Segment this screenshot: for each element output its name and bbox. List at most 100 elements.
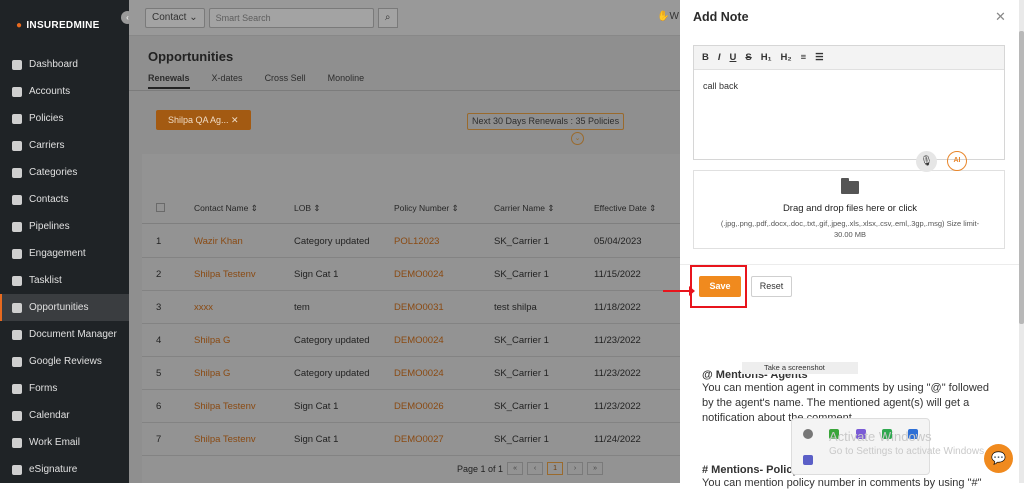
sidebar-item-work-email[interactable]: Work Email — [0, 429, 129, 456]
select-all-checkbox[interactable] — [156, 203, 165, 212]
sidebar-item-policies[interactable]: Policies — [0, 105, 129, 132]
policy-number-link[interactable]: DEMO0026 — [394, 401, 494, 412]
contact-name-link[interactable]: Shilpa Testenv — [194, 434, 294, 445]
sidebar-item-pipelines[interactable]: Pipelines — [0, 213, 129, 240]
scrollbar-thumb[interactable] — [1019, 31, 1024, 324]
contact-name-link[interactable]: Shilpa Testenv — [194, 401, 294, 412]
note-editor[interactable]: B I U S H₁ H₂ ≡ ☰ call back — [693, 45, 1005, 160]
header-policy-number[interactable]: Policy Number ⇕ — [394, 203, 494, 214]
contact-name-link[interactable]: Wazir Khan — [194, 236, 294, 247]
dropzone-title: Drag and drop files here or click — [782, 203, 918, 214]
italic-button[interactable]: I — [718, 52, 721, 63]
heading2-button[interactable]: H₂ — [781, 52, 792, 63]
sidebar-item-label: Calendar — [29, 410, 70, 421]
sidebar-item-contacts[interactable]: Contacts — [0, 186, 129, 213]
table-header: Contact Name ⇕ LOB ⇕ Policy Number ⇕ Car… — [142, 194, 680, 224]
row-number: 3 — [156, 301, 162, 313]
heading1-button[interactable]: H₁ — [761, 52, 772, 63]
teams-icon[interactable] — [803, 455, 813, 465]
note-text[interactable]: call back — [703, 81, 738, 91]
table-row[interactable]: 3 xxxx tem DEMO0031 test shilpa 11/18/2022 — [142, 291, 680, 324]
lob-cell: tem — [294, 301, 310, 313]
carrier-cell: SK_Carrier 1 — [494, 235, 549, 247]
policy-number-link[interactable]: DEMO0027 — [394, 434, 494, 445]
save-button[interactable]: Save — [699, 276, 741, 297]
contact-name-link[interactable]: Shilpa G — [194, 368, 294, 379]
tab-cross-sell[interactable]: Cross Sell — [265, 73, 306, 89]
header-contact-name[interactable]: Contact Name ⇕ — [194, 203, 294, 214]
table-row[interactable]: 4 Shilpa G Category updated DEMO0024 SK_Carr… — [142, 324, 680, 357]
policy-number-link[interactable]: DEMO0024 — [394, 335, 494, 346]
renewals-badge[interactable]: Next 30 Days Renewals : 35 Policies — [467, 113, 625, 130]
page-button-current[interactable]: 1 — [547, 462, 564, 475]
cloud-icon[interactable] — [803, 429, 813, 439]
sidebar-item-label: Policies — [29, 113, 64, 124]
policy-number-link[interactable]: POL12023 — [394, 236, 494, 247]
sidebar-item-google-reviews[interactable]: Google Reviews — [0, 348, 129, 375]
close-icon[interactable]: ✕ — [995, 9, 1006, 25]
bullet-list-button[interactable]: ☰ — [815, 52, 824, 63]
contact-name-link[interactable]: xxxx — [194, 302, 294, 313]
chat-icon[interactable]: 💬 — [984, 444, 1013, 473]
user-menu[interactable]: ✋W — [657, 11, 679, 22]
sidebar-item-label: Dashboard — [29, 59, 78, 70]
sidebar-item-carriers[interactable]: Carriers — [0, 132, 129, 159]
ai-assist-icon[interactable]: AI — [947, 151, 967, 171]
opportunities-icon — [12, 302, 22, 313]
first-page-button[interactable]: « — [507, 462, 524, 475]
strikethrough-button[interactable]: S — [745, 52, 751, 63]
sidebar-item-calendar[interactable]: Calendar — [0, 402, 129, 429]
sidebar-item-dashboard[interactable]: Dashboard — [0, 51, 129, 78]
sidebar-item-tasklist[interactable]: Tasklist — [0, 267, 129, 294]
search-icon[interactable]: ⌕ — [377, 7, 398, 28]
user-initial: W — [669, 11, 679, 22]
sidebar-item-categories[interactable]: Categories — [0, 159, 129, 186]
tab-renewals[interactable]: Renewals — [148, 73, 190, 89]
table-row[interactable]: 6 Shilpa Testenv Sign Cat 1 DEMO0026 SK_Carr… — [142, 390, 680, 423]
sidebar-item-opportunities[interactable]: Opportunities — [0, 294, 129, 321]
effective-date-cell: 11/24/2022 — [594, 433, 641, 445]
hand-icon: ✋ — [657, 11, 670, 22]
tab-monoline[interactable]: Monoline — [328, 73, 365, 89]
contact-name-link[interactable]: Shilpa Testenv — [194, 269, 294, 280]
contact-name-link[interactable]: Shilpa G — [194, 335, 294, 346]
sidebar-item-esignature[interactable]: eSignature — [0, 456, 129, 483]
underline-button[interactable]: U — [730, 52, 737, 63]
sidebar-item-engagement[interactable]: Engagement — [0, 240, 129, 267]
sidebar-item-label: Accounts — [29, 86, 71, 97]
file-dropzone[interactable]: Drag and drop files here or click (.jpg,… — [693, 170, 1005, 249]
contact-select[interactable]: Contact ⌄ — [145, 7, 205, 28]
table-row[interactable]: 7 Shilpa Testenv Sign Cat 1 DEMO0027 SK_Carr… — [142, 423, 680, 456]
editor-toolbar: B I U S H₁ H₂ ≡ ☰ — [694, 46, 1004, 70]
smart-search-input[interactable]: Smart Search — [208, 7, 374, 28]
reset-button[interactable]: Reset — [751, 276, 792, 297]
table-row[interactable]: 2 Shilpa Testenv Sign Cat 1 DEMO0024 SK_Carr… — [142, 258, 680, 291]
policy-number-link[interactable]: DEMO0024 — [394, 269, 494, 280]
tab-x-dates[interactable]: X-dates — [212, 73, 243, 89]
last-page-button[interactable]: » — [587, 462, 604, 475]
table-row[interactable]: 1 Wazir Khan Category updated POL12023 SK_Ca… — [142, 225, 680, 258]
sidebar-item-document-manager[interactable]: Document Manager — [0, 321, 129, 348]
header-effective-date[interactable]: Effective Date ⇕ — [594, 203, 680, 214]
header-lob[interactable]: LOB ⇕ — [294, 203, 394, 214]
next-page-button[interactable]: › — [567, 462, 584, 475]
sidebar-item-forms[interactable]: Forms — [0, 375, 129, 402]
carrier-cell: SK_Carrier 1 — [494, 334, 549, 346]
sidebar-item-accounts[interactable]: Accounts — [0, 78, 129, 105]
lob-cell: Category updated — [294, 367, 370, 379]
header-carrier-name[interactable]: Carrier Name ⇕ — [494, 203, 594, 214]
carriers-icon — [12, 140, 22, 151]
table-row[interactable]: 5 Shilpa G Category updated DEMO0024 SK_Carr… — [142, 357, 680, 390]
signature-icon — [12, 464, 22, 475]
bold-button[interactable]: B — [702, 52, 709, 63]
expand-icon[interactable]: ⌄ — [571, 132, 584, 145]
policy-number-link[interactable]: DEMO0031 — [394, 302, 494, 313]
header-label: Contact Name — [194, 203, 249, 213]
prev-page-button[interactable]: ‹ — [527, 462, 544, 475]
ordered-list-button[interactable]: ≡ — [801, 52, 807, 63]
policy-number-link[interactable]: DEMO0024 — [394, 368, 494, 379]
app-logo[interactable]: ● INSUREDMINE — [16, 20, 100, 31]
header-label: Effective Date — [594, 203, 647, 213]
agent-filter-chip[interactable]: Shilpa QA Ag... ✕ — [156, 110, 251, 130]
microphone-icon[interactable]: 🎙 — [916, 151, 937, 172]
